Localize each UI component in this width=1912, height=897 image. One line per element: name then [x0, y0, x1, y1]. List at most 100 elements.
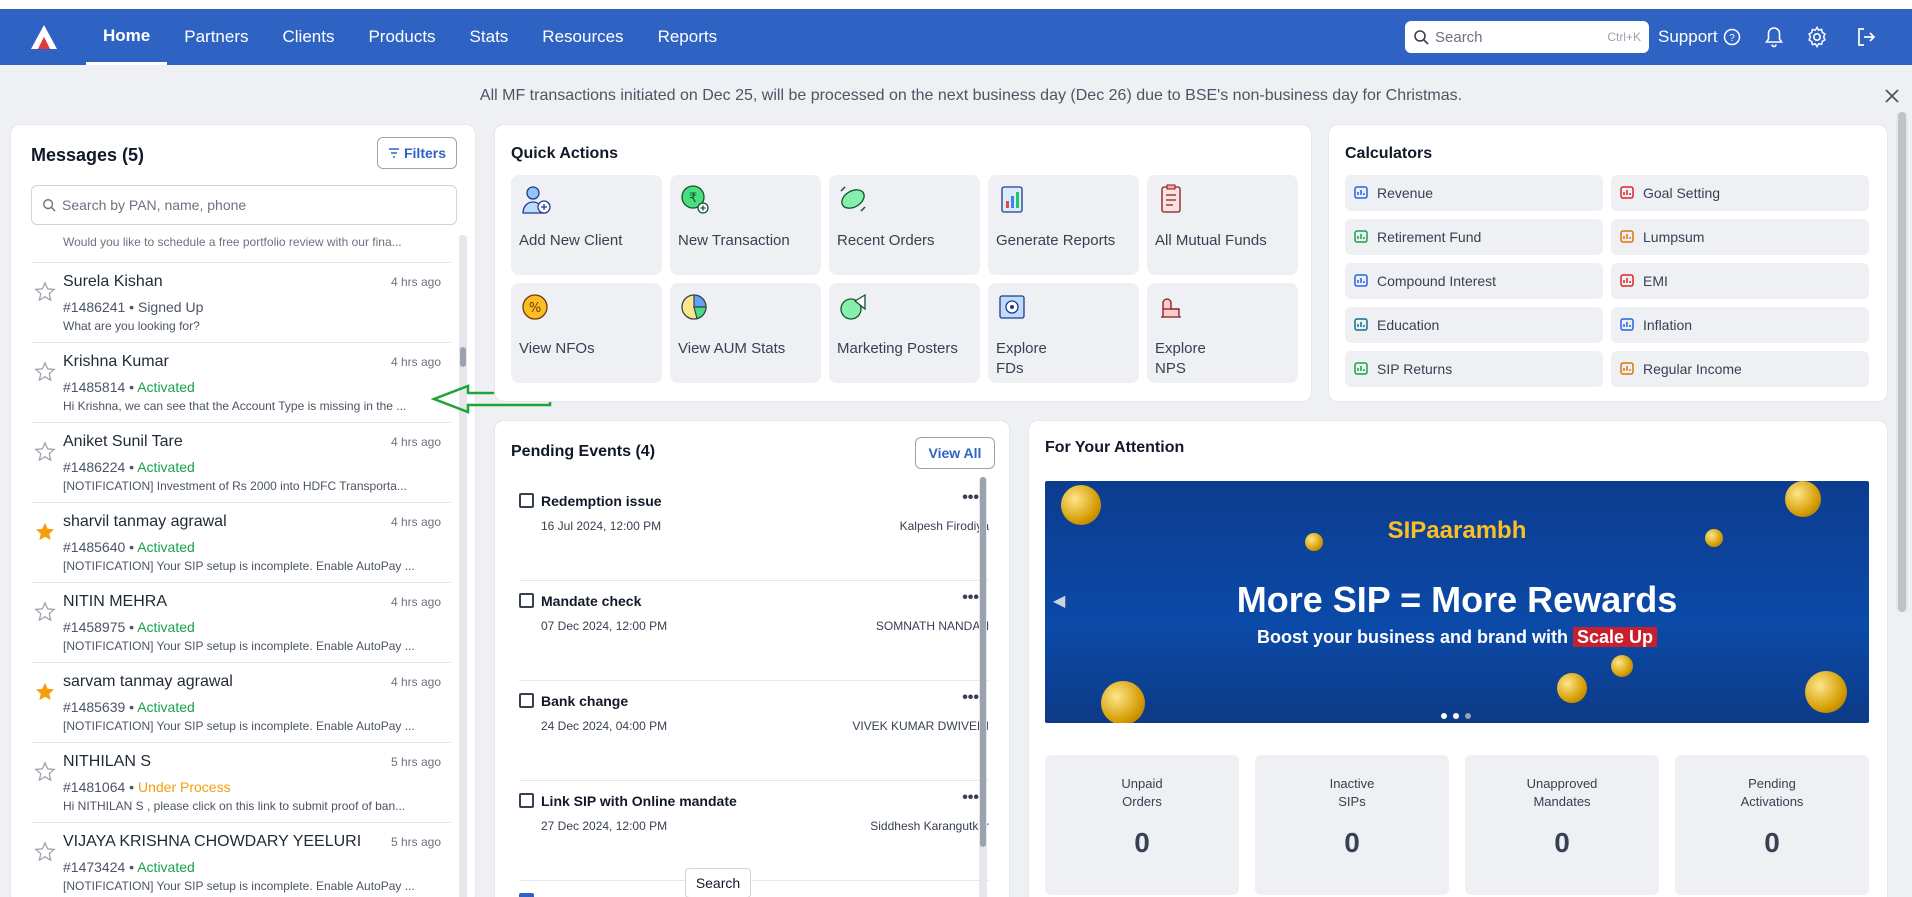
stat-card[interactable]: Inactive SIPs 0 — [1255, 755, 1449, 895]
star-icon[interactable] — [34, 841, 56, 863]
message-item[interactable]: VIJAYA KRISHNA CHOWDARY YEELURI 5 hrs ago… — [31, 823, 451, 897]
message-search-input[interactable]: Search by PAN, name, phone — [31, 185, 457, 225]
nps-icon — [1155, 291, 1290, 328]
nav-item-partners[interactable]: Partners — [167, 9, 265, 65]
more-options-icon[interactable]: ••• — [962, 489, 979, 507]
message-item[interactable]: Aniket Sunil Tare 4 hrs ago #1486224 • Act… — [31, 423, 451, 503]
support-link[interactable]: Support ? — [1658, 9, 1741, 65]
calculator-regular-income[interactable]: Regular Income — [1611, 351, 1869, 387]
star-icon[interactable] — [34, 601, 56, 623]
top-nav: Home Partners Clients Products Stats Resource… — [0, 9, 1912, 65]
star-icon[interactable] — [34, 521, 56, 543]
event-checkbox[interactable] — [519, 593, 534, 608]
carousel-dot[interactable] — [1465, 713, 1471, 719]
bell-icon[interactable] — [1762, 25, 1786, 49]
pending-event[interactable] — [519, 881, 989, 897]
message-name: sarvam tanmay agrawal — [63, 673, 233, 690]
page-scroll-thumb[interactable] — [1898, 112, 1906, 612]
star-icon[interactable] — [34, 681, 56, 703]
quick-action-explore-fds[interactable]: Explore FDs — [988, 283, 1139, 383]
pending-event[interactable]: Link SIP with Online mandate 27 Dec 2024,… — [519, 781, 989, 881]
message-item[interactable]: sharvil tanmay agrawal 4 hrs ago #1485640 … — [31, 503, 451, 583]
calculator-compound-interest[interactable]: Compound Interest — [1345, 263, 1603, 299]
message-id: #1481064 — [63, 779, 126, 795]
stat-card[interactable]: Pending Activations 0 — [1675, 755, 1869, 895]
messages-scroll-thumb[interactable] — [460, 347, 466, 367]
quick-action-explore-nps[interactable]: Explore NPS — [1147, 283, 1298, 383]
messages-scrollbar[interactable] — [459, 235, 467, 897]
calculator-sip-returns[interactable]: SIP Returns — [1345, 351, 1603, 387]
more-options-icon[interactable]: ••• — [962, 689, 979, 707]
quick-action-marketing-posters[interactable]: Marketing Posters — [829, 283, 980, 383]
global-search[interactable]: Search Ctrl+K — [1405, 21, 1649, 53]
pending-event[interactable]: Mandate check 07 Dec 2024, 12:00 PM ••• SOM… — [519, 581, 989, 681]
calculator-revenue[interactable]: Revenue — [1345, 175, 1603, 211]
announcement-banner: All MF transactions initiated on Dec 25,… — [479, 87, 1463, 104]
calculator-education[interactable]: Education — [1345, 307, 1603, 343]
calculator-lumpsum[interactable]: Lumpsum — [1611, 219, 1869, 255]
nav-item-resources[interactable]: Resources — [525, 9, 640, 65]
view-all-button[interactable]: View All — [915, 437, 995, 469]
message-item[interactable]: Surela Kishan 4 hrs ago #1486241 • Signed … — [31, 263, 451, 343]
nav-item-reports[interactable]: Reports — [641, 9, 735, 65]
message-time: 5 hrs ago — [390, 755, 441, 769]
calculator-emi[interactable]: EMI — [1611, 263, 1869, 299]
pending-scroll-thumb[interactable] — [980, 477, 986, 847]
filters-button[interactable]: Filters — [377, 137, 457, 169]
quick-action-add-new-client[interactable]: Add New Client — [511, 175, 662, 275]
more-options-icon[interactable]: ••• — [962, 789, 979, 807]
quick-action-view-aum-stats[interactable]: View AUM Stats — [670, 283, 821, 383]
calculator-retirement-fund[interactable]: Retirement Fund — [1345, 219, 1603, 255]
app-logo[interactable] — [20, 9, 68, 65]
pending-event[interactable]: Bank change 24 Dec 2024, 04:00 PM ••• VIVEK… — [519, 681, 989, 781]
quick-action-all-mutual-funds[interactable]: All Mutual Funds — [1147, 175, 1298, 275]
nav-item-home[interactable]: Home — [86, 9, 168, 65]
promo-banner[interactable]: ◀ SIPaarambh More SIP = More Rewards Boo… — [1045, 481, 1869, 723]
stat-card[interactable]: Unpaid Orders 0 — [1045, 755, 1239, 895]
calculator-icon — [1353, 360, 1369, 379]
new-transaction-icon: ₹ — [678, 183, 813, 220]
star-icon[interactable] — [34, 761, 56, 783]
nav-item-stats[interactable]: Stats — [453, 9, 526, 65]
quick-action-recent-orders[interactable]: Recent Orders — [829, 175, 980, 275]
calculator-icon — [1619, 316, 1635, 335]
status-badge: Activated — [137, 699, 195, 715]
nav-item-clients[interactable]: Clients — [265, 9, 351, 65]
calculator-inflation[interactable]: Inflation — [1611, 307, 1869, 343]
event-checkbox[interactable] — [519, 893, 534, 897]
search-placeholder: Search — [1435, 28, 1483, 46]
star-icon[interactable] — [34, 281, 56, 303]
event-checkbox[interactable] — [519, 493, 534, 508]
gear-icon[interactable] — [1805, 25, 1829, 49]
message-preview: Hi Krishna, we can see that the Account … — [63, 399, 407, 413]
event-checkbox[interactable] — [519, 793, 534, 808]
message-item[interactable]: NITIN MEHRA 4 hrs ago #1458975 • Activated… — [31, 583, 451, 663]
stat-card[interactable]: Unapproved Mandates 0 — [1465, 755, 1659, 895]
star-icon[interactable] — [34, 441, 56, 463]
logout-icon[interactable] — [1854, 25, 1878, 49]
star-icon[interactable] — [34, 361, 56, 383]
carousel-dot[interactable] — [1453, 713, 1459, 719]
close-icon[interactable] — [1882, 86, 1902, 106]
message-item[interactable]: Krishna Kumar 4 hrs ago #1485814 • Activat… — [31, 343, 451, 423]
message-item[interactable]: NITHILAN S 5 hrs ago #1481064 • Under Proc… — [31, 743, 451, 823]
quick-action-label: Add New Client — [519, 232, 623, 249]
message-preview[interactable]: Would you like to schedule a free portfo… — [31, 235, 451, 263]
nav-item-products[interactable]: Products — [351, 9, 452, 65]
message-name: sharvil tanmay agrawal — [63, 513, 227, 530]
message-search-placeholder: Search by PAN, name, phone — [62, 197, 247, 213]
message-meta: #1485639 • Activated — [63, 699, 195, 715]
carousel-dot[interactable] — [1441, 713, 1447, 719]
more-options-icon[interactable]: ••• — [962, 589, 979, 607]
calculator-icon — [1619, 228, 1635, 247]
quick-action-view-nfos[interactable]: % View NFOs — [511, 283, 662, 383]
quick-action-generate-reports[interactable]: Generate Reports — [988, 175, 1139, 275]
pending-event[interactable]: Redemption issue 16 Jul 2024, 12:00 PM •••… — [519, 481, 989, 581]
message-item[interactable]: sarvam tanmay agrawal 4 hrs ago #1485639 •… — [31, 663, 451, 743]
separator: • — [125, 859, 138, 875]
calculator-label: Lumpsum — [1643, 229, 1705, 245]
event-checkbox[interactable] — [519, 693, 534, 708]
calculator-goal-setting[interactable]: Goal Setting — [1611, 175, 1869, 211]
quick-action-new-transaction[interactable]: ₹ New Transaction — [670, 175, 821, 275]
stat-value: 0 — [1134, 827, 1150, 858]
